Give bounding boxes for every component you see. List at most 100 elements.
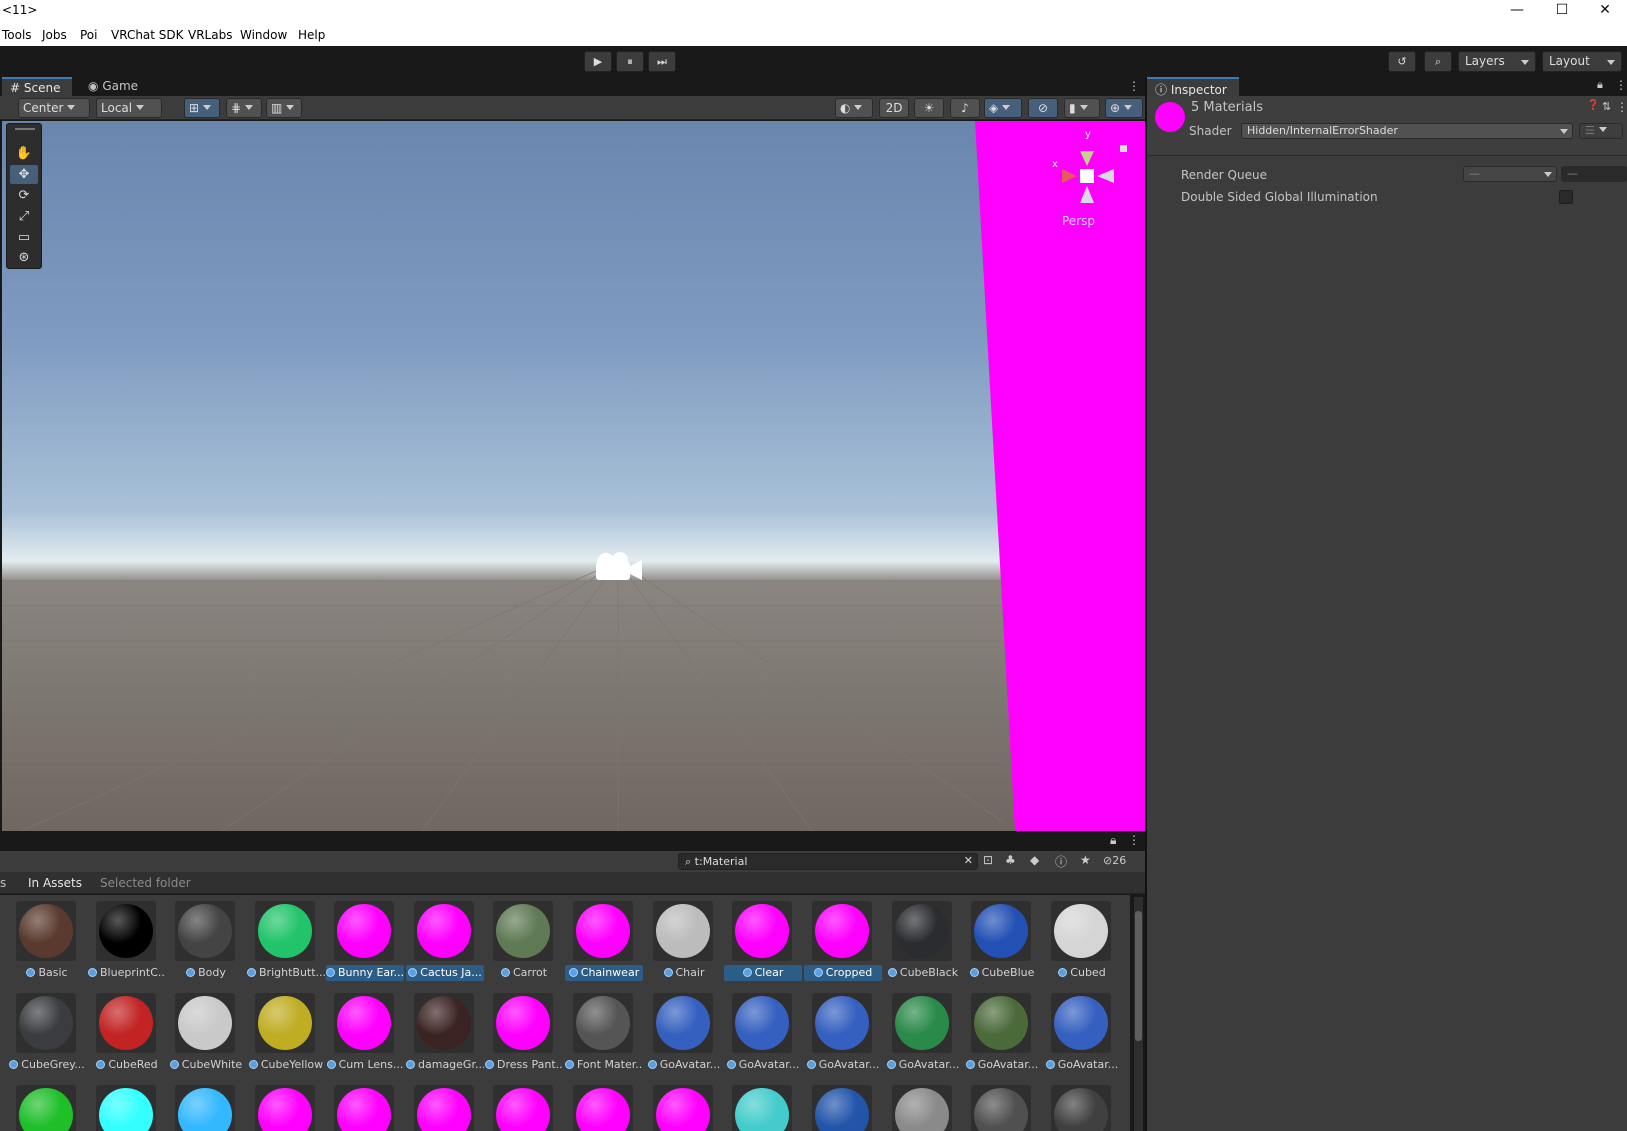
rect-tool-icon[interactable]: ▭ (10, 228, 38, 247)
asset-item[interactable] (724, 1085, 802, 1131)
lighting-icon[interactable]: ☀ (914, 98, 944, 118)
camera-icon[interactable]: ▮ (1064, 98, 1100, 118)
preset-icon[interactable]: ⇅ (1602, 100, 1611, 113)
asset-item[interactable] (247, 1085, 325, 1131)
asset-item[interactable]: CubeYellow (247, 993, 325, 1083)
scope-selected-folder[interactable]: Selected folder (100, 876, 191, 890)
asset-item[interactable]: Basic (8, 901, 86, 991)
info-icon[interactable]: ⓘ (1055, 853, 1067, 870)
asset-item[interactable]: BrightButt... (247, 901, 325, 991)
move-tool-icon[interactable]: ✥ (10, 165, 38, 184)
close-button[interactable]: ✕ (1583, 0, 1627, 22)
audio-icon[interactable]: ♪ (950, 98, 980, 118)
asset-item[interactable]: Bunny Ear... (326, 901, 404, 991)
gizmos-icon[interactable]: ⊕ (1105, 98, 1143, 118)
hidden-objects-icon[interactable]: ⊘ (1028, 98, 1058, 118)
asset-item[interactable] (565, 1085, 643, 1131)
play-button[interactable]: ▶ (584, 51, 612, 72)
asset-item[interactable] (884, 1085, 962, 1131)
scrollbar-thumb[interactable] (1135, 911, 1142, 1041)
asset-item[interactable]: Cubed (1043, 901, 1121, 991)
scene-viewport[interactable]: ✋ ✥ ⟳ ⤢ ▭ ⊛ y x Persp (2, 121, 1145, 831)
space-dropdown[interactable]: Local (96, 98, 162, 118)
asset-item[interactable] (406, 1085, 484, 1131)
help-icon[interactable]: ❓ (1587, 100, 1599, 111)
search-options-icon[interactable]: ⊡ (983, 853, 993, 867)
asset-item[interactable]: GoAvatar... (884, 993, 962, 1083)
scope-in-assets[interactable]: In Assets (28, 876, 82, 890)
asset-item[interactable] (804, 1085, 882, 1131)
asset-item[interactable]: Carrot (485, 901, 563, 991)
label-icon[interactable]: ◆ (1030, 853, 1039, 867)
asset-item[interactable]: Chair (645, 901, 723, 991)
asset-item[interactable]: GoAvatar... (645, 993, 723, 1083)
filter-type-icon[interactable]: ♣ (1005, 853, 1016, 867)
asset-item[interactable]: CubeGrey... (8, 993, 86, 1083)
asset-item[interactable] (8, 1085, 86, 1131)
tab-game[interactable]: ◉ Game (80, 77, 150, 96)
mode-2d-button[interactable]: 2D (879, 98, 909, 118)
asset-item[interactable] (326, 1085, 404, 1131)
more-menu-icon[interactable]: ⋮ (1128, 833, 1140, 847)
effects-icon[interactable]: ◈ (984, 98, 1022, 118)
search-icon[interactable]: ⌕ (1424, 51, 1452, 72)
asset-item[interactable] (485, 1085, 563, 1131)
search-input[interactable]: ⌕ t:Material ✕ (678, 853, 978, 870)
camera-gizmo-icon[interactable] (592, 548, 644, 584)
render-queue-dropdown[interactable]: — (1463, 166, 1557, 182)
asset-item[interactable]: Cum Lens... (326, 993, 404, 1083)
layers-dropdown[interactable]: Layers (1458, 51, 1536, 72)
asset-item[interactable]: BlueprintC... (88, 901, 166, 991)
menu-vrchat-sdk[interactable]: VRChat SDK (111, 28, 184, 42)
step-button[interactable]: ⏭ (648, 51, 676, 72)
pivot-dropdown[interactable]: Center (18, 98, 90, 118)
more-menu-icon[interactable]: ⋮ (1616, 100, 1627, 114)
asset-item[interactable]: Font Mater... (565, 993, 643, 1083)
asset-item[interactable]: Chainwear (565, 901, 643, 991)
asset-item[interactable] (645, 1085, 723, 1131)
layout-dropdown[interactable]: Layout (1542, 51, 1622, 72)
menu-window[interactable]: Window (240, 28, 287, 42)
asset-item[interactable]: damageGr... (406, 993, 484, 1083)
menu-tools[interactable]: Tools (2, 28, 32, 42)
asset-item[interactable]: Cropped (804, 901, 882, 991)
tab-scene[interactable]: # Scene (2, 77, 72, 96)
more-menu-icon[interactable]: ⋮ (1128, 79, 1140, 93)
asset-scrollbar[interactable] (1134, 897, 1143, 1131)
lock-icon[interactable]: 🔒︎ (1597, 78, 1603, 92)
asset-item[interactable]: Cactus Ja... (406, 901, 484, 991)
rotate-tool-icon[interactable]: ⟳ (10, 186, 38, 205)
asset-item[interactable]: GoAvatar... (963, 993, 1041, 1083)
asset-item[interactable]: Clear (724, 901, 802, 991)
maximize-button[interactable]: ☐ (1540, 0, 1584, 22)
asset-item[interactable]: GoAvatar... (724, 993, 802, 1083)
menu-jobs[interactable]: Jobs (42, 28, 67, 42)
hidden-count[interactable]: ⊘26 (1103, 854, 1126, 867)
asset-item[interactable]: CubeBlue (963, 901, 1041, 991)
menu-vrlabs[interactable]: VRLabs (188, 28, 232, 42)
grid-snap-icon[interactable]: ⊞ (184, 98, 220, 118)
tab-inspector[interactable]: ⓘ Inspector (1147, 77, 1239, 97)
asset-item[interactable]: Dress Pant... (485, 993, 563, 1083)
minimize-button[interactable]: — (1495, 0, 1539, 22)
favorite-star-icon[interactable]: ★ (1080, 853, 1091, 867)
clear-search-icon[interactable]: ✕ (964, 854, 973, 867)
pause-button[interactable]: ⏸ (616, 51, 644, 72)
asset-item[interactable]: CubeBlack (884, 901, 962, 991)
asset-item[interactable] (88, 1085, 166, 1131)
asset-item[interactable]: CubeRed (88, 993, 166, 1083)
scope-partial-label[interactable]: s (0, 876, 6, 890)
asset-item[interactable]: CubeWhite (167, 993, 245, 1083)
asset-item[interactable] (167, 1085, 245, 1131)
asset-item[interactable]: Body (167, 901, 245, 991)
asset-item[interactable]: GoAvatar... (1043, 993, 1121, 1083)
shader-menu-icon[interactable]: ☰ (1579, 123, 1623, 139)
render-queue-number-field[interactable]: — (1561, 166, 1627, 182)
menu-help[interactable]: Help (298, 28, 325, 42)
asset-item[interactable] (963, 1085, 1041, 1131)
lock-icon[interactable]: 🔒︎ (1110, 833, 1116, 848)
asset-item[interactable]: GoAvatar... (804, 993, 882, 1083)
increment-snap-icon[interactable]: ▥ (266, 98, 302, 118)
transform-tool-icon[interactable]: ⊛ (10, 248, 38, 267)
asset-item[interactable] (1043, 1085, 1121, 1131)
